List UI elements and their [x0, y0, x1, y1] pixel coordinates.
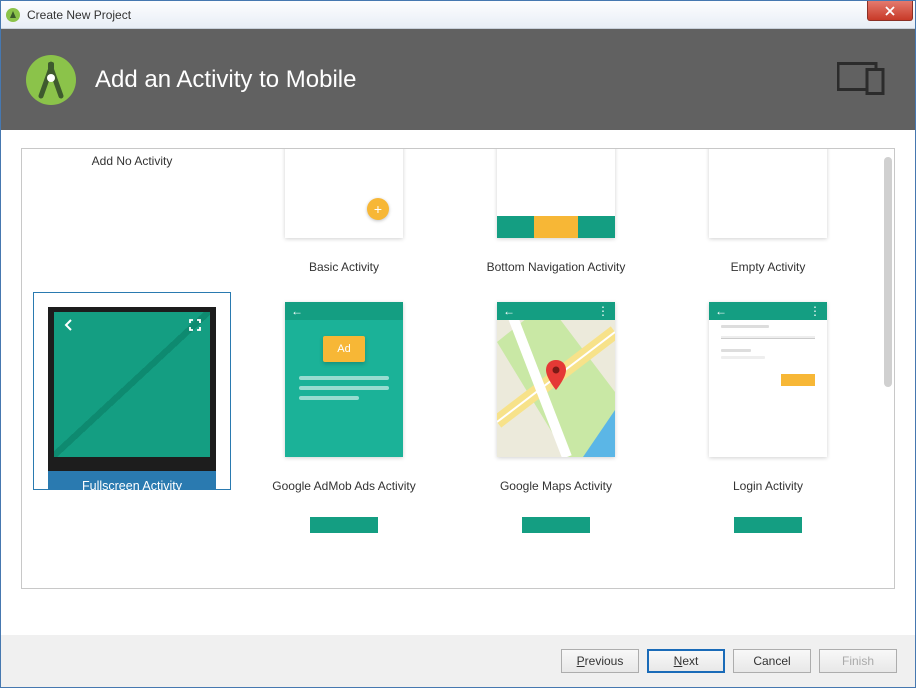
tile-login-activity[interactable]: ←⋮ Login Activity [666, 298, 870, 497]
tile-peek[interactable] [30, 517, 234, 533]
no-activity-label: Add No Activity [73, 148, 191, 238]
admob-preview: ← Ad [285, 302, 403, 457]
back-arrow-icon: ← [291, 304, 303, 318]
tile-label: Bottom Navigation Activity [487, 260, 626, 278]
activity-gallery: Add No Activity + Basic Activity [21, 148, 895, 589]
app-icon [5, 7, 21, 23]
previous-button[interactable]: Previous [561, 649, 639, 673]
fullscreen-expand-icon [188, 318, 202, 337]
cancel-button[interactable]: Cancel [733, 649, 811, 673]
button-bar: Previous Next Cancel Finish [1, 635, 915, 687]
gallery-area: Add No Activity + Basic Activity [1, 130, 915, 635]
tile-fullscreen-activity[interactable]: Fullscreen Activity [30, 292, 234, 497]
tile-basic-activity[interactable]: + Basic Activity [242, 148, 446, 278]
login-preview: ←⋮ [709, 302, 827, 457]
device-form-factor-icon [837, 59, 887, 100]
back-arrow-icon: ← [715, 304, 727, 318]
dialog-window: Create New Project Add an Activity to Mo… [0, 0, 916, 688]
scrollbar[interactable] [884, 157, 892, 387]
tile-label: Fullscreen Activity [48, 471, 216, 489]
finish-button[interactable]: Finish [819, 649, 897, 673]
tile-peek[interactable] [454, 517, 658, 533]
bottom-nav-preview [497, 148, 615, 238]
tile-label: Basic Activity [309, 260, 379, 278]
empty-activity-preview [709, 148, 827, 238]
next-button[interactable]: Next [647, 649, 725, 673]
basic-activity-preview: + [285, 148, 403, 238]
map-pin-icon [545, 360, 567, 395]
back-arrow-icon [62, 318, 76, 337]
ad-badge: Ad [323, 336, 365, 362]
overflow-menu-icon: ⋮ [597, 308, 609, 314]
dialog-content: Add an Activity to Mobile Add No Activit… [1, 29, 915, 687]
back-arrow-icon: ← [503, 304, 515, 318]
overflow-menu-icon: ⋮ [809, 308, 821, 314]
fab-icon: + [367, 198, 389, 220]
tile-peek[interactable] [666, 517, 870, 533]
tile-peek[interactable] [242, 517, 446, 533]
banner-heading: Add an Activity to Mobile [95, 66, 356, 94]
tile-label: Empty Activity [731, 260, 806, 278]
android-studio-logo-icon [25, 54, 77, 106]
tile-add-no-activity[interactable]: Add No Activity [30, 148, 234, 278]
window-title: Create New Project [27, 8, 131, 22]
maps-preview: ←⋮ [497, 302, 615, 457]
tile-google-admob-ads-activity[interactable]: ← Ad Google AdMob Ads Activity [242, 298, 446, 497]
titlebar: Create New Project [1, 1, 915, 29]
tile-bottom-navigation-activity[interactable]: Bottom Navigation Activity [454, 148, 658, 278]
close-icon [884, 6, 896, 16]
tile-google-maps-activity[interactable]: ←⋮ Google Maps Activity [454, 298, 658, 497]
tile-label: Google Maps Activity [500, 479, 612, 497]
tile-label: Google AdMob Ads Activity [272, 479, 415, 497]
tile-label: Login Activity [733, 479, 803, 497]
banner: Add an Activity to Mobile [1, 29, 915, 130]
fullscreen-preview [48, 307, 216, 471]
close-button[interactable] [867, 1, 913, 21]
tile-empty-activity[interactable]: Empty Activity [666, 148, 870, 278]
